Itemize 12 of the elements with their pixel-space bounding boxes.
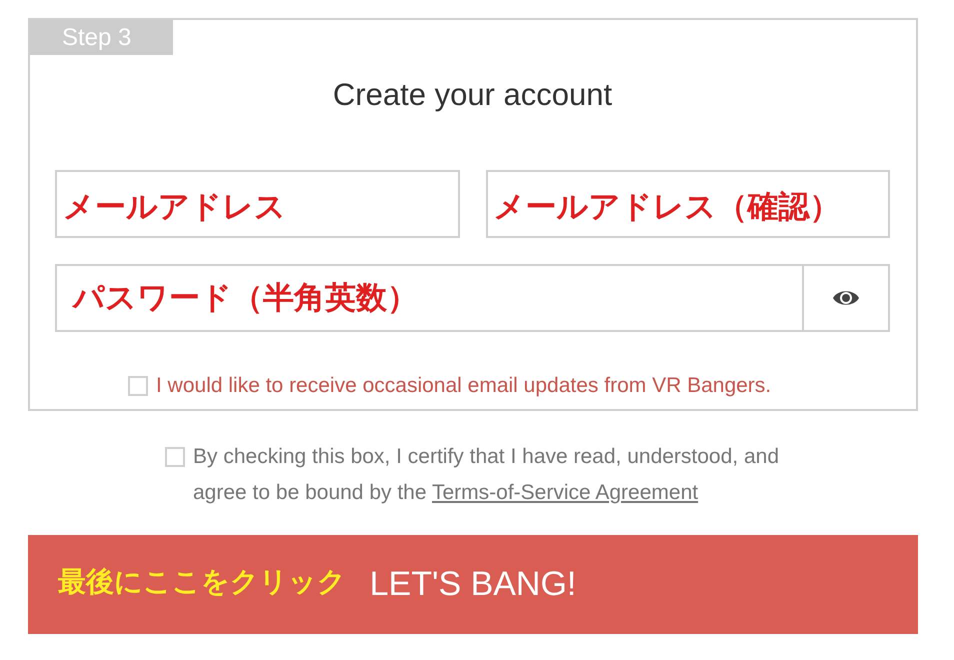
newsletter-label: I would like to receive occasional email updates from VR Bangers. [156,374,772,398]
password-field[interactable]: パスワード（半角英数） [55,264,890,332]
password-value: パスワード（半角英数） [71,279,419,317]
email-field[interactable]: メールアドレス（確認） [486,170,890,238]
terms-checkbox[interactable] [165,447,185,467]
annotation-label: 最後にここをクリック [58,565,346,599]
terms-link[interactable]: Terms-of-Service Agreement [432,481,698,504]
newsletter-checkbox[interactable] [128,376,148,396]
submit-button[interactable]: 最後にここをクリック LET'S BANG! [28,535,918,634]
form-title: Create your account [332,76,612,114]
terms-text: By checking this box, I certify that I have read, understood, and agree to be bound by the Terms-of-Service Agreement [193,444,780,506]
email-field[interactable]: メールアドレス [55,170,460,238]
